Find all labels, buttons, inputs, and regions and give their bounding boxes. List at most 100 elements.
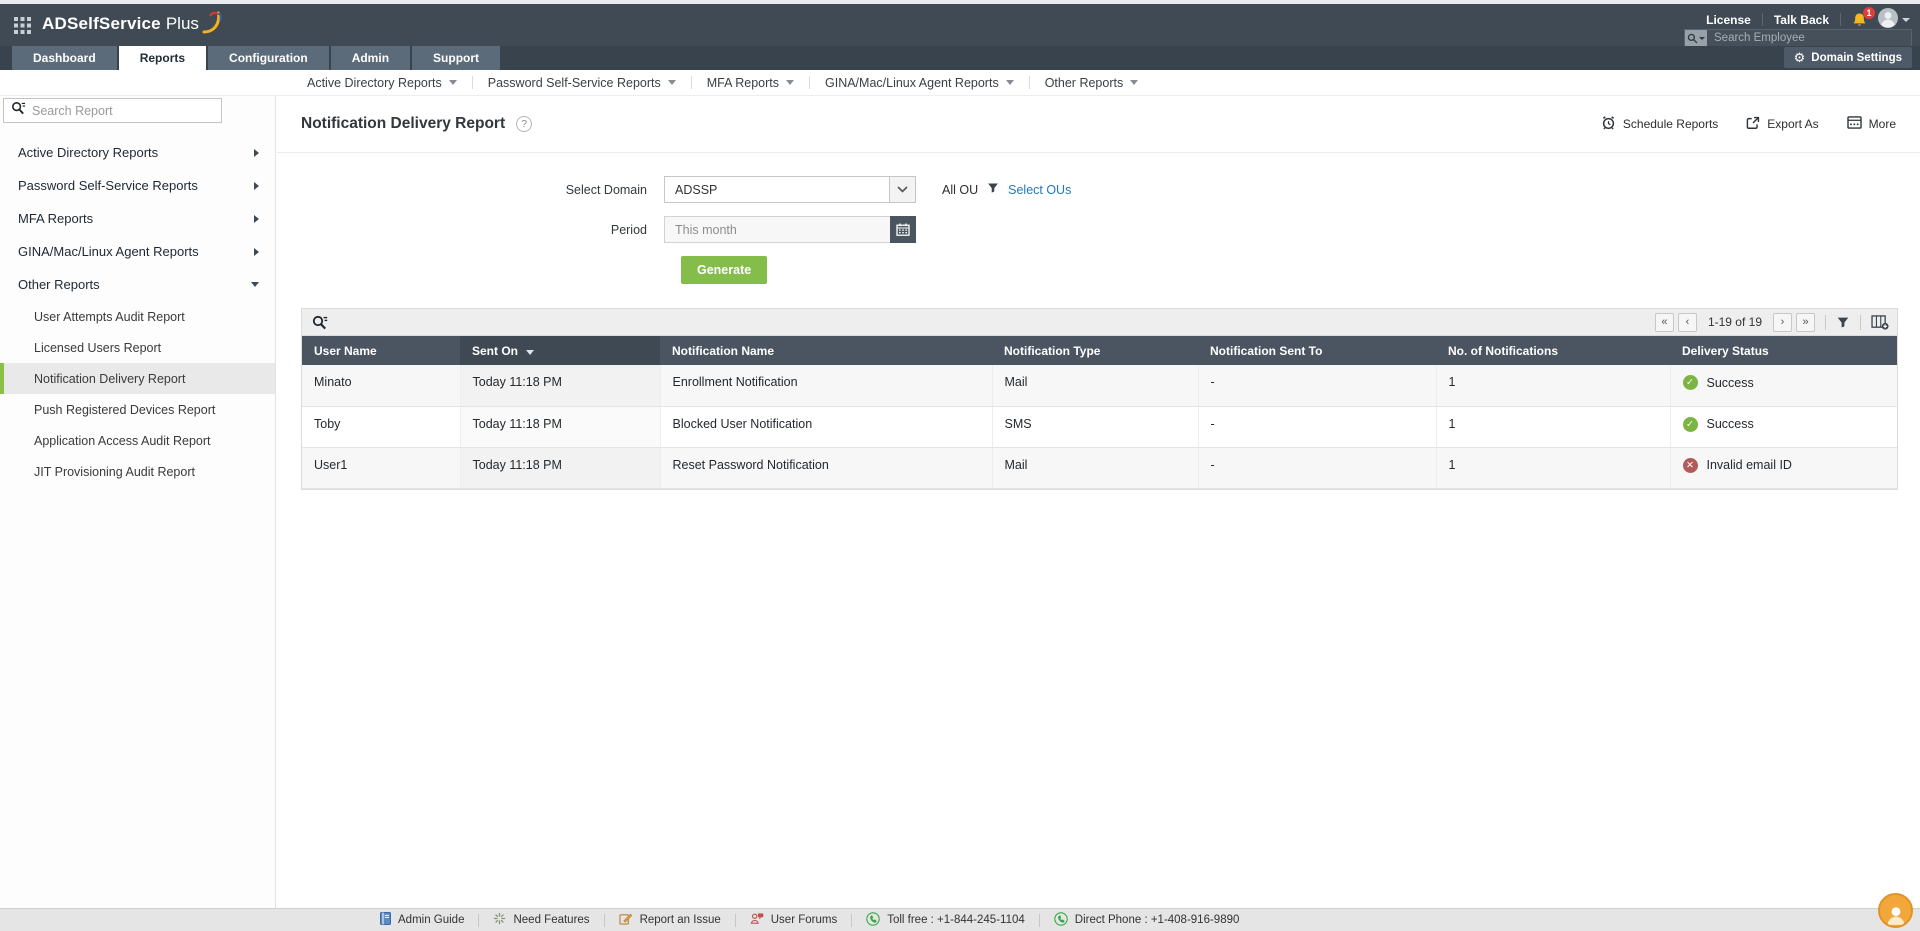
export-as-button[interactable]: Export As — [1746, 116, 1819, 133]
sidebar-item-label: Other Reports — [18, 277, 100, 292]
last-page-button[interactable]: » — [1796, 312, 1815, 332]
generate-button[interactable]: Generate — [681, 256, 768, 284]
table-header-row: User Name Sent On Notification Name Noti… — [302, 336, 1897, 365]
user-menu[interactable] — [1878, 8, 1910, 31]
period-row: Period — [277, 216, 1920, 243]
period-input[interactable] — [664, 216, 890, 243]
cell-notification-sent-to: - — [1198, 406, 1437, 448]
col-notification-type[interactable]: Notification Type — [992, 336, 1198, 365]
add-column-icon[interactable] — [1871, 314, 1889, 330]
sidebar-item-mfa-reports[interactable]: MFA Reports — [0, 202, 275, 235]
report-an-issue-link[interactable]: Report an Issue — [605, 912, 735, 928]
select-ous-link[interactable]: Select OUs — [1008, 183, 1071, 197]
report-filter-form: Select Domain ADSSP All OU Select OUs Pe… — [277, 153, 1920, 284]
chevron-down-icon — [667, 80, 676, 85]
cell-no-of-notifications: 1 — [1436, 406, 1671, 448]
nav-other-reports[interactable]: Other Reports — [1030, 76, 1154, 90]
tab-reports[interactable]: Reports — [118, 46, 207, 70]
brand-suffix: Plus — [165, 14, 199, 33]
next-page-button[interactable]: › — [1773, 312, 1792, 332]
nav-password-self-service-reports[interactable]: Password Self-Service Reports — [473, 76, 691, 90]
all-ou-label: All OU — [942, 182, 979, 197]
support-chat-button[interactable] — [1878, 893, 1913, 928]
page-actions: Schedule Reports Export As More — [1601, 115, 1896, 133]
col-no-of-notifications[interactable]: No. of Notifications — [1436, 336, 1670, 365]
notification-bell-icon[interactable]: 1 — [1852, 6, 1875, 28]
help-icon[interactable]: ? — [516, 116, 533, 132]
chevron-down-icon — [251, 282, 259, 287]
cell-notification-name: Enrollment Notification — [660, 365, 993, 407]
table-search-icon[interactable] — [312, 315, 328, 330]
pagination: « ‹ 1-19 of 19 › » — [1654, 312, 1889, 332]
filter-funnel-icon[interactable] — [1836, 316, 1850, 329]
nav-gina-mac-linux-agent-reports[interactable]: GINA/Mac/Linux Agent Reports — [810, 76, 1029, 90]
domain-select[interactable]: ADSSP — [664, 176, 916, 203]
tab-admin[interactable]: Admin — [330, 46, 411, 70]
sidebar-item-gina-mac-linux-agent-reports[interactable]: GINA/Mac/Linux Agent Reports — [0, 235, 275, 268]
top-bar: ADSelfService Plus License Talk Back 1 — [0, 4, 1920, 47]
calendar-icon[interactable] — [890, 216, 916, 243]
col-delivery-status[interactable]: Delivery Status — [1670, 336, 1897, 365]
select-domain-label: Select Domain — [565, 182, 647, 197]
sidebar-item-label: MFA Reports — [18, 211, 94, 226]
sidebar-item-push-registered-devices-report[interactable]: Push Registered Devices Report — [0, 394, 275, 425]
employee-search-button[interactable] — [1685, 30, 1707, 46]
first-page-button[interactable]: « — [1654, 312, 1674, 332]
sidebar-item-user-attempts-audit-report[interactable]: User Attempts Audit Report — [0, 301, 275, 332]
cell-delivery-status: Invalid email ID — [1670, 447, 1897, 489]
col-user-name[interactable]: User Name — [302, 336, 460, 365]
cell-notification-type: Mail — [992, 447, 1199, 489]
col-notification-sent-to[interactable]: Notification Sent To — [1198, 336, 1436, 365]
page-header: Notification Delivery Report ? Schedule … — [277, 96, 1920, 153]
chevron-down-icon[interactable] — [889, 177, 915, 202]
app-grid-icon[interactable] — [14, 17, 31, 39]
sidebar-item-active-directory-reports[interactable]: Active Directory Reports — [0, 136, 275, 169]
divider — [1761, 13, 1763, 26]
sidebar-item-licensed-users-report[interactable]: Licensed Users Report — [0, 332, 275, 363]
user-forums-link[interactable]: User Forums — [736, 912, 851, 928]
report-search-box — [3, 98, 222, 123]
col-label: Sent On — [472, 343, 519, 358]
sidebar-item-label: Active Directory Reports — [18, 145, 159, 160]
tab-dashboard[interactable]: Dashboard — [12, 46, 117, 70]
cell-no-of-notifications: 1 — [1436, 365, 1671, 407]
sidebar-item-notification-delivery-report[interactable]: Notification Delivery Report — [0, 363, 275, 394]
cell-no-of-notifications: 1 — [1436, 447, 1671, 489]
domain-settings-button[interactable]: ⚙ Domain Settings — [1783, 47, 1912, 68]
export-as-label: Export As — [1767, 117, 1819, 131]
previous-page-button[interactable]: ‹ — [1677, 312, 1697, 332]
sidebar-item-application-access-audit-report[interactable]: Application Access Audit Report — [0, 425, 275, 456]
chevron-down-icon — [448, 80, 457, 85]
cell-notification-type: Mail — [992, 365, 1199, 407]
schedule-reports-button[interactable]: Schedule Reports — [1601, 115, 1718, 133]
employee-search-input[interactable] — [1707, 30, 1911, 46]
report-search-input[interactable] — [32, 103, 214, 118]
table-row[interactable]: Minato Today 11:18 PM Enrollment Notific… — [302, 365, 1897, 407]
status-icon — [1682, 457, 1698, 473]
license-link[interactable]: License — [1706, 13, 1751, 27]
nav-mfa-reports[interactable]: MFA Reports — [692, 76, 809, 90]
sidebar-item-password-self-service-reports[interactable]: Password Self-Service Reports — [0, 169, 275, 202]
phone-icon — [866, 911, 880, 929]
col-notification-name[interactable]: Notification Name — [660, 336, 992, 365]
sidebar-item-label: Password Self-Service Reports — [18, 178, 198, 193]
talk-back-link[interactable]: Talk Back — [1774, 13, 1829, 27]
tab-configuration[interactable]: Configuration — [208, 46, 329, 70]
domain-select-value: ADSSP — [675, 182, 718, 197]
tab-support[interactable]: Support — [412, 46, 501, 70]
table-toolbar: « ‹ 1-19 of 19 › » — [302, 309, 1897, 336]
nav-label: Other Reports — [1044, 75, 1124, 90]
more-label: More — [1868, 117, 1896, 131]
nav-active-directory-reports[interactable]: Active Directory Reports — [292, 76, 472, 90]
need-features-link[interactable]: Need Features — [479, 912, 603, 928]
table-row[interactable]: User1 Today 11:18 PM Reset Password Noti… — [302, 447, 1897, 489]
col-sent-on[interactable]: Sent On — [460, 336, 660, 365]
brand-swoosh-icon — [202, 10, 222, 41]
sidebar-item-other-reports[interactable]: Other Reports — [0, 268, 275, 301]
domain-settings-label: Domain Settings — [1811, 51, 1902, 64]
more-button[interactable]: More — [1846, 116, 1896, 132]
search-icon — [11, 101, 26, 120]
admin-guide-link[interactable]: Admin Guide — [366, 912, 478, 928]
table-row[interactable]: Toby Today 11:18 PM Blocked User Notific… — [302, 406, 1897, 448]
sidebar-item-jit-provisioning-audit-report[interactable]: JIT Provisioning Audit Report — [0, 456, 275, 487]
